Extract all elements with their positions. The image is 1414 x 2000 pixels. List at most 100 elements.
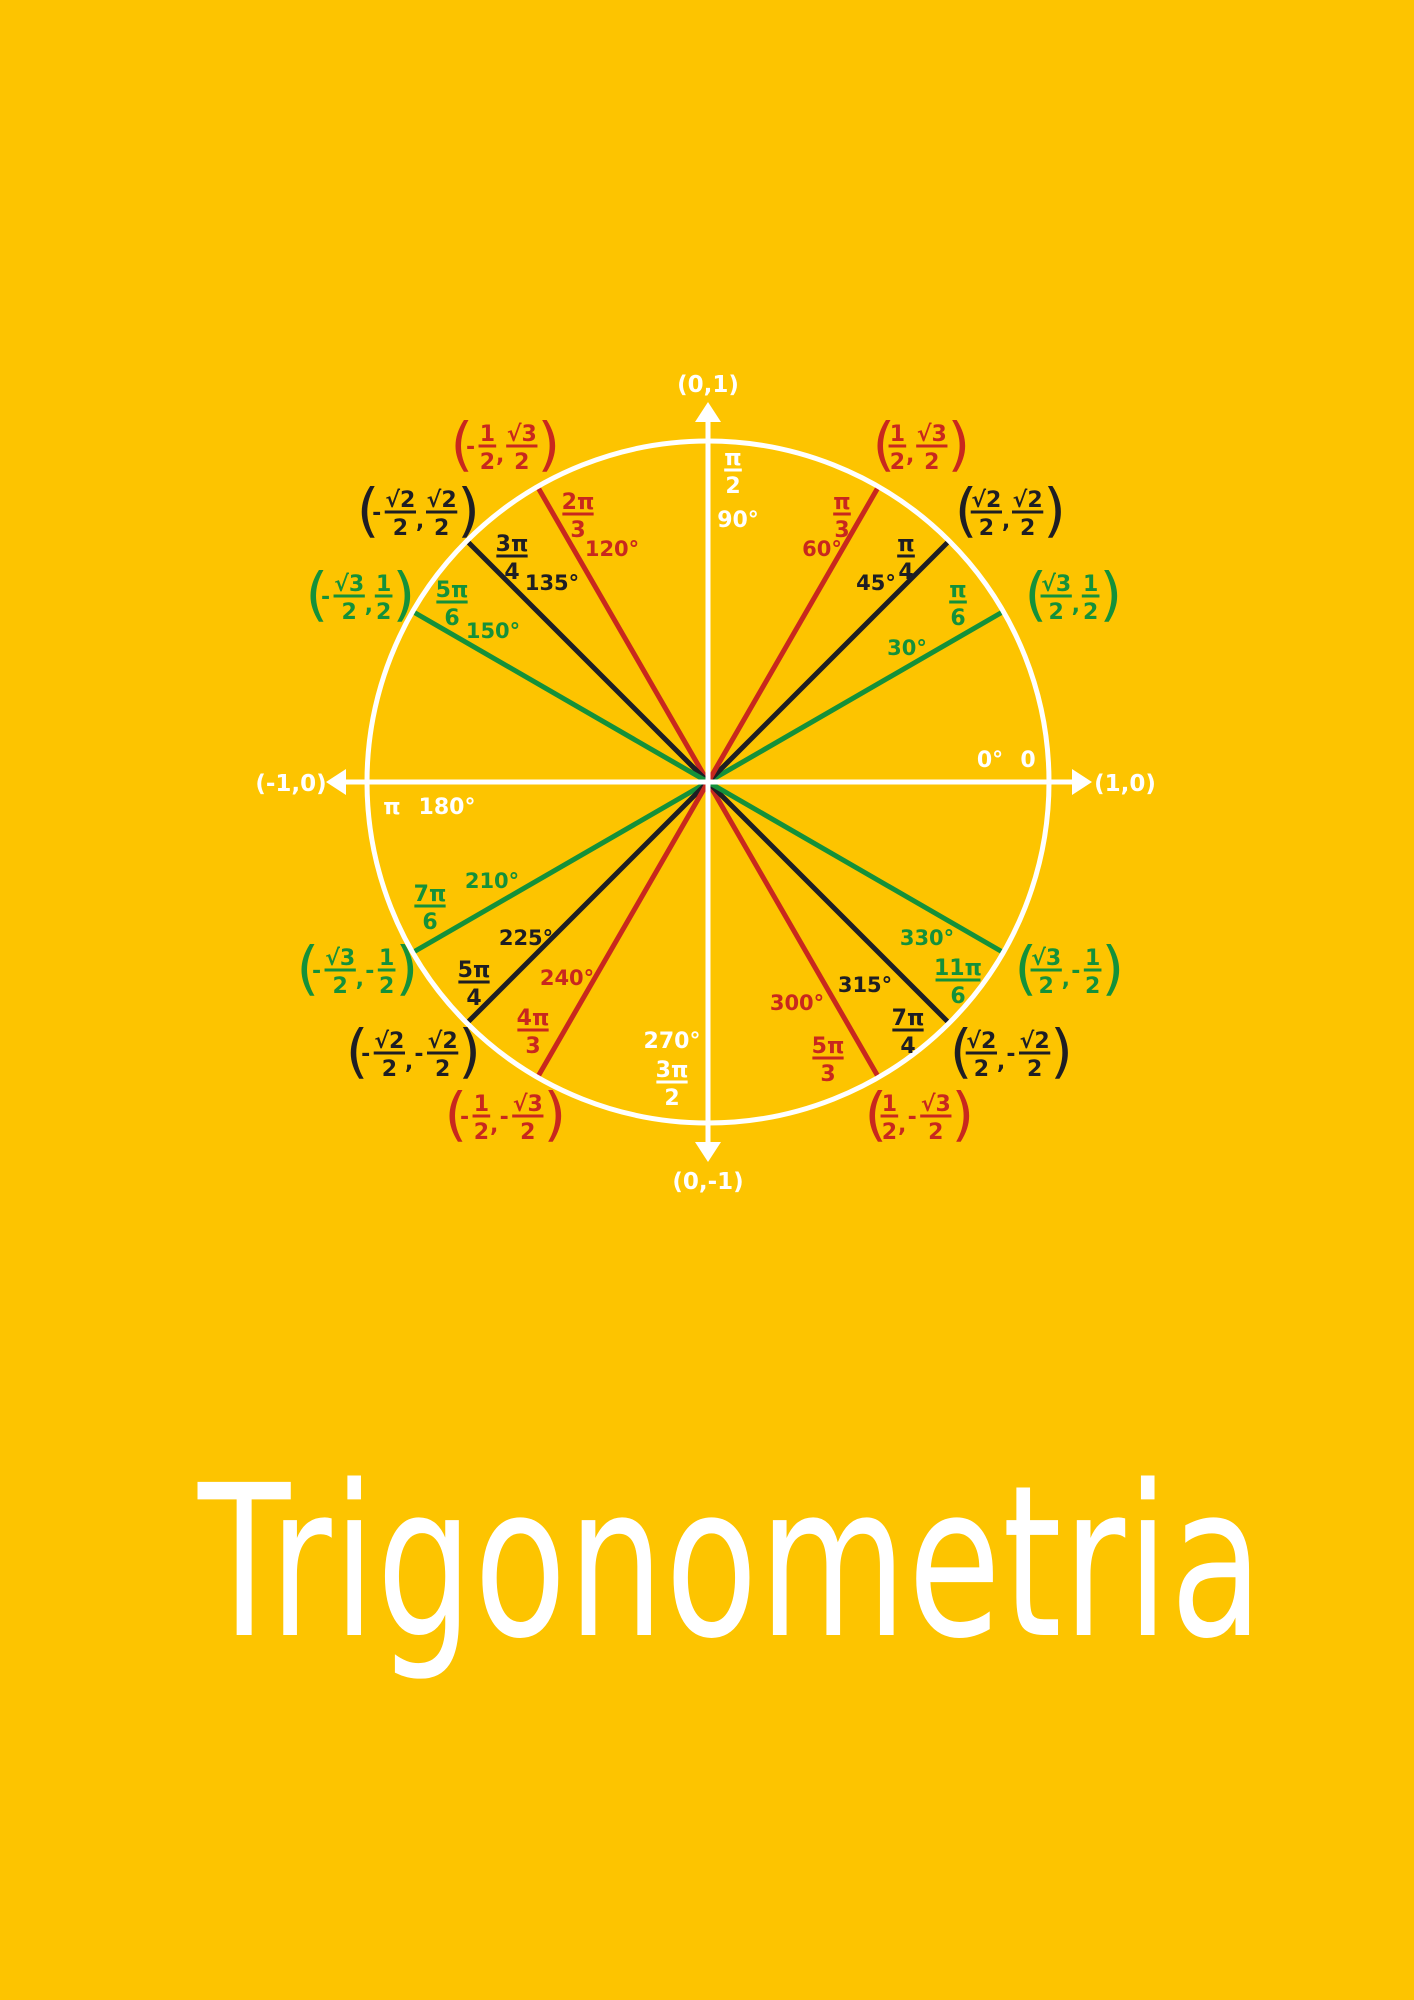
rad-label-270-den: 2 <box>664 1086 679 1111</box>
rad-label-225-den: 4 <box>466 986 481 1011</box>
axis-label-top: (0,1) <box>677 372 739 398</box>
point-300-x-num: 1 <box>882 1092 897 1117</box>
rad-label-225-num: 5π <box>458 958 491 983</box>
point-30-y-den: 2 <box>1083 600 1098 625</box>
rad-label-240: 4π3 <box>517 1006 550 1059</box>
rad-label-135-num: 3π <box>496 532 529 557</box>
rad-label-90: π2 <box>724 446 742 499</box>
point-135-xsign: - <box>372 501 381 526</box>
rad-label-240-num: 4π <box>517 1006 550 1031</box>
point-60-x-num: 1 <box>890 422 905 447</box>
point-225-rparen: ) <box>458 1017 481 1085</box>
point-120-x-num: 1 <box>480 422 495 447</box>
point-210-comma: , <box>356 967 364 992</box>
rad-label-180: π <box>383 795 400 820</box>
point-30-y-num: 1 <box>1083 572 1098 597</box>
deg-label-0: 0° <box>977 748 1003 773</box>
rad-label-90-den: 2 <box>725 474 740 499</box>
deg-label-120: 120° <box>585 537 639 561</box>
point-45-rparen: ) <box>1043 476 1066 544</box>
point-30-comma: , <box>1072 593 1080 618</box>
point-225-x-den: 2 <box>382 1057 397 1082</box>
point-60-y-num: √3 <box>917 422 947 447</box>
rad-label-210-num: 7π <box>414 882 447 907</box>
point-315-y-num: √2 <box>1020 1029 1050 1054</box>
point-240-x: 12 <box>472 1092 491 1145</box>
point-30-y: 12 <box>1081 572 1100 625</box>
deg-label-180: 180° <box>419 795 476 820</box>
rad-label-60: π3 <box>833 490 851 543</box>
point-label-60: (12 ,√32) <box>873 410 971 478</box>
axis-label-bottom: (0,-1) <box>672 1169 743 1195</box>
rad-label-0: 0 <box>1020 748 1035 773</box>
unit-circle-diagram: (0,1) (0,-1) (-1,0) (1,0) 0° 0π630°π445°π… <box>255 372 1156 1195</box>
point-225-y: √22 <box>427 1029 459 1082</box>
deg-label-60: 60° <box>802 537 842 561</box>
rad-label-300-num: 5π <box>812 1034 845 1059</box>
point-label-120: (-12 ,√32) <box>451 410 561 478</box>
deg-label-270: 270° <box>644 1029 701 1054</box>
point-315-comma: , <box>997 1050 1005 1075</box>
rad-label-210-den: 6 <box>422 910 437 935</box>
page-title: Trigonometria <box>197 1440 1265 1685</box>
point-210-ysign: - <box>365 959 374 984</box>
point-45-x-den: 2 <box>979 516 994 541</box>
rad-label-330-den: 6 <box>950 984 965 1009</box>
point-150-rparen: ) <box>392 560 415 628</box>
deg-label-210: 210° <box>465 869 519 893</box>
point-45-comma: , <box>1002 509 1010 534</box>
rad-label-45-num: π <box>897 532 914 557</box>
point-210-y-den: 2 <box>379 974 394 999</box>
rad-label-60-num: π <box>833 490 850 515</box>
point-150-x-num: √3 <box>334 572 364 597</box>
point-120-y: √32 <box>506 422 538 475</box>
rad-label-120-num: 2π <box>562 490 595 515</box>
deg-label-90: 90° <box>717 508 759 533</box>
point-150-x-den: 2 <box>342 600 357 625</box>
point-150-y-num: 1 <box>376 572 391 597</box>
deg-label-45: 45° <box>856 571 896 595</box>
rad-label-150-num: 5π <box>436 578 469 603</box>
point-300-y: √32 <box>920 1092 952 1145</box>
point-210-x-num: √3 <box>325 946 355 971</box>
rad-label-330: 11π6 <box>934 956 982 1009</box>
point-135-y: √22 <box>426 488 458 541</box>
rad-label-270: 3π2 <box>656 1058 689 1111</box>
point-135-x-den: 2 <box>393 516 408 541</box>
point-45-y: √22 <box>1012 488 1044 541</box>
point-135-y-num: √2 <box>427 488 457 513</box>
point-210-rparen: ) <box>395 934 418 1002</box>
point-120-y-num: √3 <box>507 422 537 447</box>
point-240-y: √32 <box>512 1092 544 1145</box>
rad-label-270-num: 3π <box>656 1058 689 1083</box>
point-330-x-num: √3 <box>1031 946 1061 971</box>
deg-label-330: 330° <box>900 926 954 950</box>
point-240-y-den: 2 <box>520 1120 535 1145</box>
point-45-y-den: 2 <box>1020 516 1035 541</box>
point-240-y-num: √3 <box>513 1092 543 1117</box>
point-60-rparen: ) <box>947 410 970 478</box>
point-150-y: 12 <box>374 572 393 625</box>
point-330-comma: , <box>1062 967 1070 992</box>
point-330-y: 12 <box>1083 946 1102 999</box>
deg-label-150: 150° <box>466 619 520 643</box>
point-300-rparen: ) <box>951 1080 974 1148</box>
point-330-rparen: ) <box>1101 934 1124 1002</box>
point-315-ysign: - <box>1006 1042 1015 1067</box>
point-330-y-num: 1 <box>1085 946 1100 971</box>
point-label-330: (√32, -12) <box>1015 934 1125 1002</box>
point-210-x: √32 <box>324 946 356 999</box>
point-210-y: 12 <box>377 946 396 999</box>
rad-label-150: 5π6 <box>436 578 469 631</box>
rad-label-315-num: 7π <box>892 1006 925 1031</box>
point-300-y-num: √3 <box>921 1092 951 1117</box>
point-120-x: 12 <box>478 422 497 475</box>
deg-label-225: 225° <box>499 926 553 950</box>
point-330-x-den: 2 <box>1039 974 1054 999</box>
rad-label-210: 7π6 <box>414 882 447 935</box>
point-210-y-num: 1 <box>379 946 394 971</box>
point-150-y-den: 2 <box>376 600 391 625</box>
point-300-comma: , <box>898 1113 906 1138</box>
point-120-xsign: - <box>466 435 475 460</box>
point-label-210: (-√32, -12) <box>297 934 419 1002</box>
